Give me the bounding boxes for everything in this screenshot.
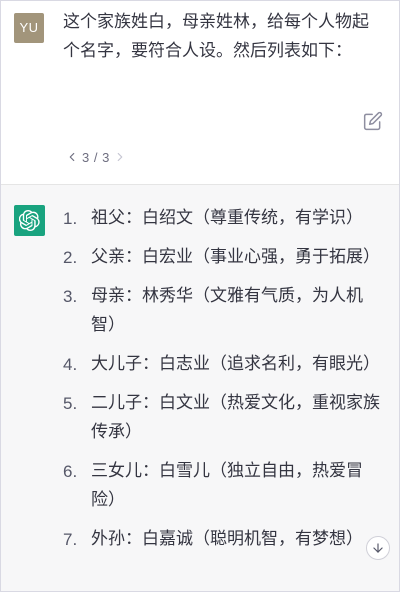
list-item: 7. 外孙：白嘉诚（聪明机智，有梦想） xyxy=(63,525,385,554)
list-item-number: 5. xyxy=(63,394,78,413)
list-item: 6. 三女儿：白雪儿（独立自由，热爱冒险） xyxy=(63,457,385,515)
list-item: 3. 母亲：林秀华（文雅有气质，为人机智） xyxy=(63,282,385,340)
list-item-number: 2. xyxy=(63,248,78,267)
assistant-message: 1. 祖父：白绍文（尊重传统，有学识） 2. 父亲：白宏业（事业心强，勇于拓展）… xyxy=(1,185,399,591)
list-item-text: 外孙：白嘉诚（聪明机智，有梦想） xyxy=(91,529,363,549)
scroll-to-bottom-button[interactable] xyxy=(366,536,390,560)
list-item-number: 6. xyxy=(63,462,78,481)
list-item-text: 母亲：林秀华（文雅有气质，为人机智） xyxy=(91,286,363,335)
chat-window: YU 这个家族姓白，母亲姓林，给每个人物起个名字，要符合人设。然后列表如下： 3… xyxy=(0,0,400,592)
list-item: 5. 二儿子：白文业（热爱文化，重视家族传承） xyxy=(63,389,385,447)
chevron-left-icon[interactable] xyxy=(65,150,79,164)
chevron-right-icon[interactable] xyxy=(113,150,127,164)
list-item-text: 三女儿：白雪儿（独立自由，热爱冒险） xyxy=(91,461,363,510)
user-message: YU 这个家族姓白，母亲姓林，给每个人物起个名字，要符合人设。然后列表如下： 3… xyxy=(1,1,399,185)
list-item: 1. 祖父：白绍文（尊重传统，有学识） xyxy=(63,204,385,233)
pager-label: 3 / 3 xyxy=(82,149,110,165)
list-item: 4. 大儿子：白志业（追求名利，有眼光） xyxy=(63,350,385,379)
list-item-text: 二儿子：白文业（热爱文化，重视家族传承） xyxy=(91,393,380,442)
list-item-text: 父亲：白宏业（事业心强，勇于拓展） xyxy=(91,247,380,267)
assistant-avatar xyxy=(14,205,45,236)
list-item-number: 3. xyxy=(63,287,78,306)
list-item-number: 7. xyxy=(63,530,78,549)
character-name-list: 1. 祖父：白绍文（尊重传统，有学识） 2. 父亲：白宏业（事业心强，勇于拓展）… xyxy=(63,204,385,564)
response-pager: 3 / 3 xyxy=(65,147,127,167)
list-item-number: 1. xyxy=(63,209,78,228)
user-avatar: YU xyxy=(14,13,44,43)
user-message-text: 这个家族姓白，母亲姓林，给每个人物起个名字，要符合人设。然后列表如下： xyxy=(63,12,369,61)
list-item-text: 祖父：白绍文（尊重传统，有学识） xyxy=(91,208,363,228)
list-item: 2. 父亲：白宏业（事业心强，勇于拓展） xyxy=(63,243,385,272)
list-item-text: 大儿子：白志业（追求名利，有眼光） xyxy=(91,354,380,374)
list-item-number: 4. xyxy=(63,355,78,374)
edit-icon[interactable] xyxy=(363,111,383,131)
